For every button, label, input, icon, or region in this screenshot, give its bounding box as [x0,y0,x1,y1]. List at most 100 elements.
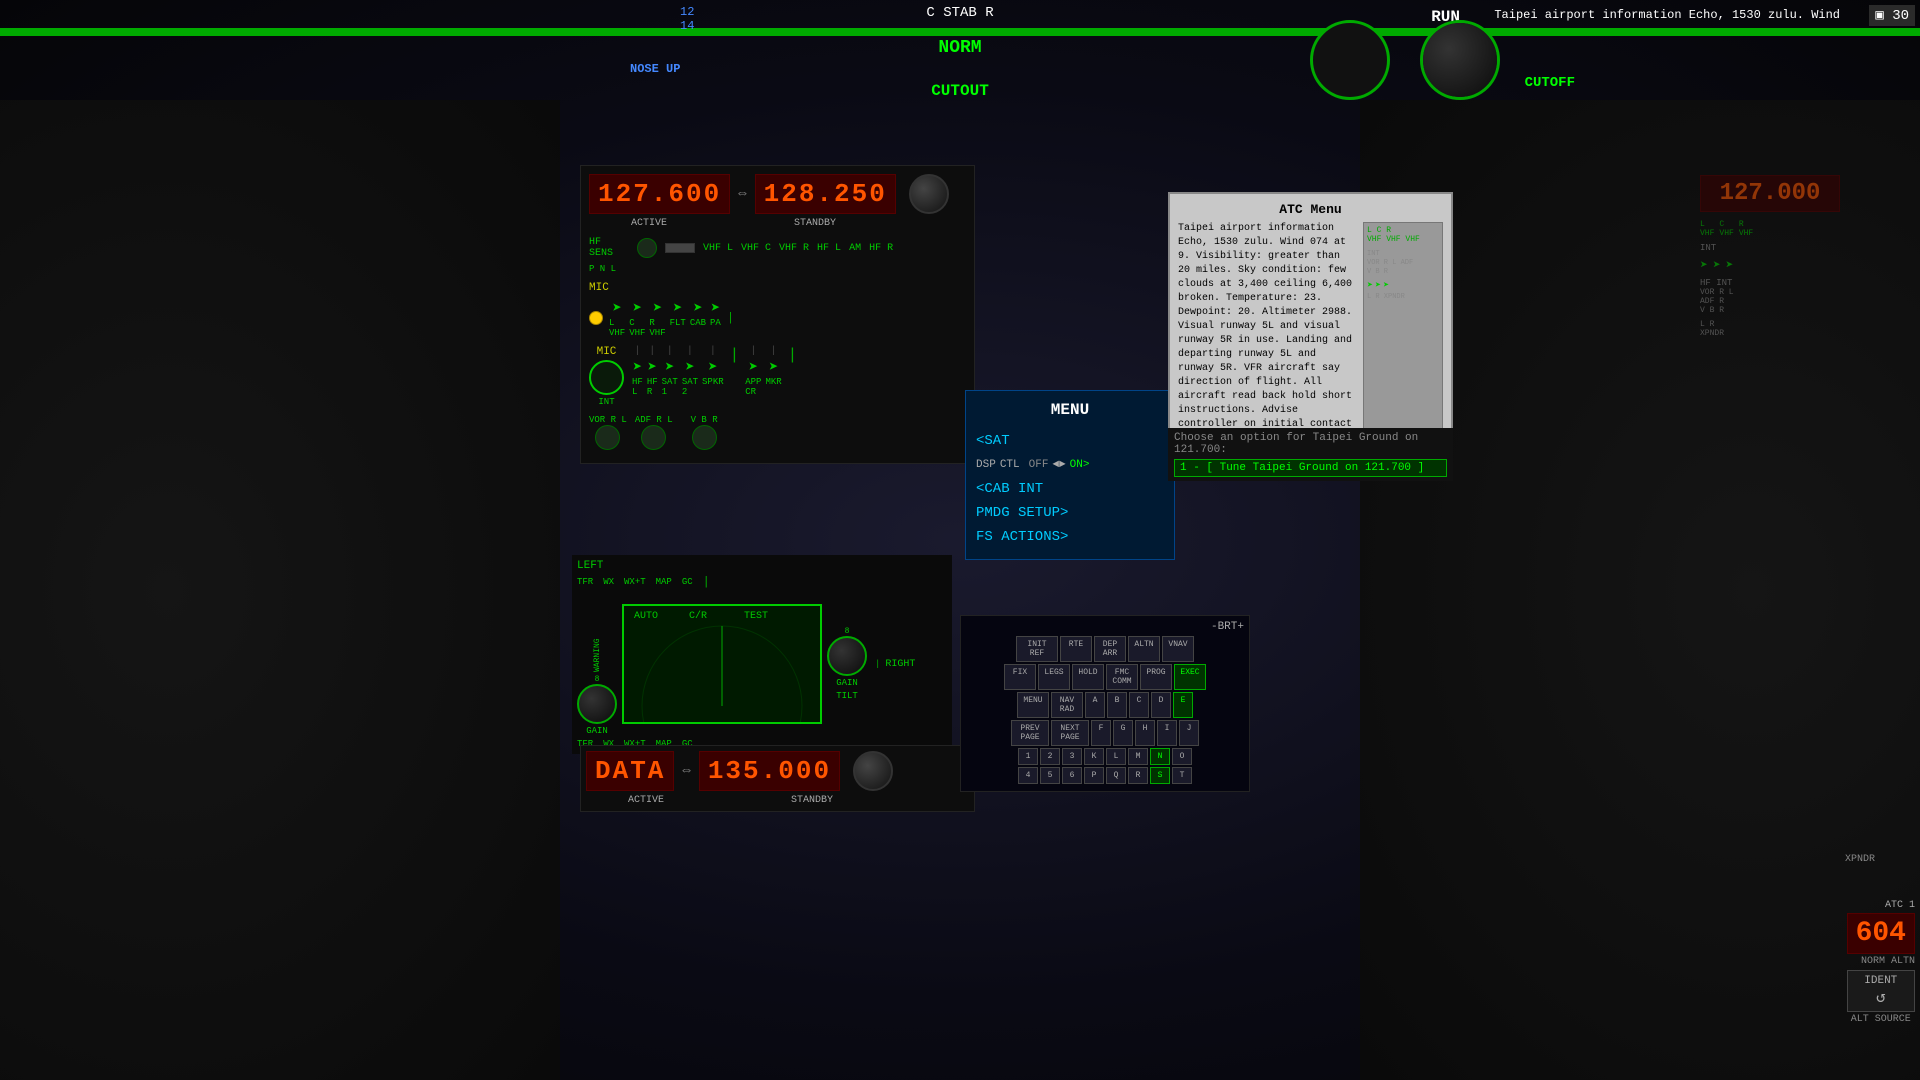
fmc-key-3[interactable]: 3 [1062,748,1082,765]
hf-r-int[interactable]: | ➤ HFR [647,346,658,397]
fmc-key-5[interactable]: 5 [1040,767,1060,784]
vhf-c-selector[interactable]: ➤ CVHF [629,298,645,338]
fmc-prev-page[interactable]: PREV PAGE [1011,720,1049,746]
app-cr-int[interactable]: | ➤ APPCR [745,346,761,397]
fmc-key-d[interactable]: D [1151,692,1171,718]
fmc-dep-arr[interactable]: DEP ARR [1094,636,1126,662]
fmc-key-b[interactable]: B [1107,692,1127,718]
fmc-key-f[interactable]: F [1091,720,1111,746]
data-active-display[interactable]: DATA [586,751,674,791]
vor-rl-knob[interactable]: VOR R L [589,415,627,450]
fmc-row5: 1 2 3 K L M N O [966,748,1244,765]
fmc-key-o[interactable]: O [1172,748,1192,765]
tune-option-btn[interactable]: 1 - [ Tune Taipei Ground on 121.700 ] [1174,459,1447,477]
fmc-init-ref[interactable]: INIT REF [1016,636,1058,662]
standby-tune-knob[interactable] [909,174,949,214]
fmc-key-1[interactable]: 1 [1018,748,1038,765]
cutout-label: CUTOUT [931,82,989,100]
fmc-key-h[interactable]: H [1135,720,1155,746]
left-dial-knob[interactable] [1310,20,1390,100]
fmc-vnav[interactable]: VNAV [1162,636,1194,662]
freq-transfer: ⇔ [738,186,746,202]
fmc-key-k[interactable]: K [1084,748,1104,765]
menu-item-sat[interactable]: <SAT [976,429,1164,453]
fmc-row6: 4 5 6 P Q R S T [966,767,1244,784]
menu-item-fs-actions[interactable]: FS ACTIONS> [976,525,1164,549]
vbr-knob[interactable]: V B R [691,415,718,450]
adf-rl-knob[interactable]: ADF R L [635,415,673,450]
wx-top-controls: TFR WX WX+T MAP GC | [577,575,947,589]
fmc-key-l[interactable]: L [1106,748,1126,765]
atc-menu-popup: ATC Menu Taipei airport information Echo… [1168,192,1453,456]
fmc-rte[interactable]: RTE [1060,636,1092,662]
fmc-menu[interactable]: MENU [1017,692,1049,718]
gain-knob[interactable] [577,684,617,724]
fmc-key-r[interactable]: R [1128,767,1148,784]
fmc-key-n[interactable]: N [1150,748,1170,765]
fmc-fmc-comm[interactable]: FMC COMM [1106,664,1138,690]
fmc-key-i[interactable]: I [1157,720,1177,746]
choose-option-bar: Choose an option for Taipei Ground on 12… [1168,428,1453,481]
right-gain: 8 GAIN TILT [827,627,867,701]
cab-selector[interactable]: ➤ CAB [690,298,706,338]
data-standby-display[interactable]: 135.000 [699,751,840,791]
fmc-key-6[interactable]: 6 [1062,767,1082,784]
gain-knob-right[interactable]: 8 GAIN [827,627,867,688]
right-dial-knob[interactable] [1420,20,1500,100]
mic-active-led [589,311,603,325]
vhf-toggle[interactable] [665,243,695,253]
wx-radar-display: AUTO C/R TEST [622,604,822,724]
ident-button[interactable]: IDENT ↺ [1847,970,1915,1012]
spkr-int[interactable]: | ➤ SPKR [702,346,724,397]
fmc-next-page[interactable]: NEXT PAGE [1051,720,1089,746]
fmc-key-2[interactable]: 2 [1040,748,1060,765]
progress-bar [0,28,1920,36]
hf-l-int[interactable]: | ➤ HFL [632,346,643,397]
menu-item-cab-int[interactable]: <CAB INT [976,477,1164,501]
wx-display-area: WARNING 8 GAIN AUTO C/R TEST 8 GAIN [577,592,947,736]
active-freq-display[interactable]: 127.600 [589,174,730,214]
flt-selector[interactable]: ➤ FLT [670,298,686,338]
sat1-int[interactable]: | ➤ SAT1 [662,346,678,397]
int-mic-knob[interactable] [589,360,624,395]
fmc-altn[interactable]: ALTN [1128,636,1160,662]
fmc-key-j[interactable]: J [1179,720,1199,746]
fmc-key-t[interactable]: T [1172,767,1192,784]
fmc-key-a[interactable]: A [1085,692,1105,718]
atc-transponder-area: ATC 1 604 NORM ALTN IDENT ↺ ALT SOURCE [1847,900,1915,1025]
fmc-exec[interactable]: EXEC [1174,664,1206,690]
int-channel-selectors: | ➤ HFL | ➤ HFR | ➤ SAT1 | ➤ SAT2 | ➤ [632,346,799,397]
vhf-l-selector[interactable]: ➤ LVHF [609,298,625,338]
fmc-key-g[interactable]: G [1113,720,1133,746]
standby-freq-display[interactable]: 128.250 [755,174,896,214]
hf-sens-knob[interactable] [637,238,657,258]
int-mic-section: MIC INT | ➤ HFL | ➤ HFR | ➤ SAT1 | [589,346,966,407]
vhf-selector-row: HF SENS VHF L VHF C VHF R HF L AM HF R [589,237,966,259]
fmc-key-p[interactable]: P [1084,767,1104,784]
menu-item-pmdg-setup[interactable]: PMDG SETUP> [976,501,1164,525]
pa-selector[interactable]: ➤ PA [710,298,721,338]
gain-knob-left[interactable]: 8 GAIN [577,675,617,736]
cutoff-label: CUTOFF [1525,75,1575,91]
fmc-key-c[interactable]: C [1129,692,1149,718]
fmc-key-e[interactable]: E [1173,692,1193,718]
fmc-nav-rad[interactable]: NAV RAD [1051,692,1083,718]
fmc-prog[interactable]: PROG [1140,664,1172,690]
fmc-key-s[interactable]: S [1150,767,1170,784]
fmc-key-4[interactable]: 4 [1018,767,1038,784]
fmc-key-q[interactable]: Q [1106,767,1126,784]
fmc-fix[interactable]: FIX [1004,664,1036,690]
sat2-int[interactable]: | ➤ SAT2 [682,346,698,397]
fmc-legs[interactable]: LEGS [1038,664,1070,690]
fmc-row2: FIX LEGS HOLD FMC COMM PROG EXEC [966,664,1244,690]
vhf-r-selector[interactable]: ➤ RVHF [649,298,665,338]
atc-info-header: Taipei airport information Echo, 1530 zu… [1494,8,1840,22]
data-tune-knob[interactable] [853,751,893,791]
fmc-hold[interactable]: HOLD [1072,664,1104,690]
fmc-key-m[interactable]: M [1128,748,1148,765]
right-gain-knob[interactable] [827,636,867,676]
right-mini-selectors: ➤ ➤ ➤ [1700,258,1920,273]
brt-control[interactable]: -BRT+ [966,621,1244,633]
left-cockpit-panel [0,100,560,1080]
mkr-int[interactable]: | ➤ MKR [765,346,781,397]
